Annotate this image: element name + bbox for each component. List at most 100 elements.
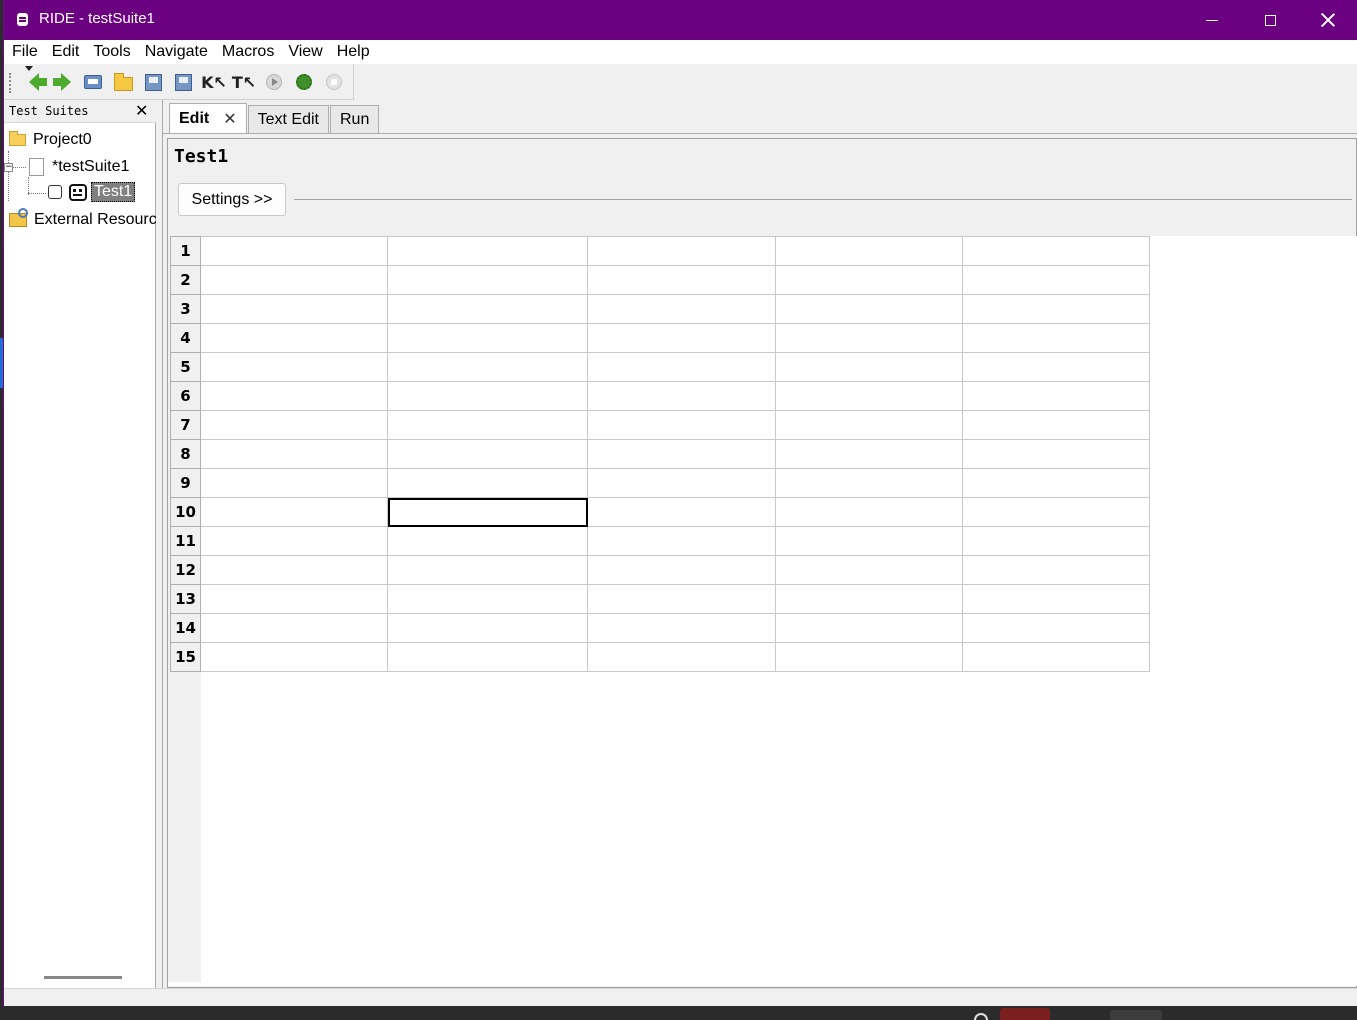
stop-icon[interactable] [324,72,344,92]
grid-cell[interactable] [587,410,776,440]
grid-cell[interactable] [587,584,776,614]
grid-cell[interactable] [387,642,588,672]
tree-item-suite[interactable]: *testSuite1 [29,156,129,178]
row-number[interactable]: 12 [170,555,201,585]
grid-cell[interactable] [587,555,776,585]
tab-run[interactable]: Run [329,105,380,133]
open-icon[interactable] [83,72,103,92]
run-icon[interactable] [264,72,284,92]
menu-edit[interactable]: Edit [48,43,88,61]
grid-cell[interactable] [962,584,1150,614]
grid-cell[interactable] [200,410,388,440]
grid-cell[interactable] [387,352,588,382]
grid-cell[interactable] [587,468,776,498]
grid-cell[interactable] [775,613,963,643]
grid-cell[interactable] [387,613,588,643]
grid-cell[interactable] [962,439,1150,469]
grid-cell[interactable] [962,555,1150,585]
row-number[interactable]: 4 [170,323,201,353]
grid-cell[interactable] [387,236,588,266]
grid-cell[interactable] [200,613,388,643]
grid-cell[interactable] [775,526,963,556]
grid-cell[interactable] [200,352,388,382]
tree-item-test[interactable]: Test1 [48,181,136,203]
grid-cell[interactable] [775,352,963,382]
grid-cell[interactable] [200,642,388,672]
grid-cell[interactable] [587,613,776,643]
row-number[interactable]: 10 [170,497,201,527]
row-number[interactable]: 3 [170,294,201,324]
grid-cell[interactable] [387,526,588,556]
tree-item-external-resources[interactable]: External Resourc [9,208,156,231]
grid-cell[interactable] [962,497,1150,527]
grid-cell[interactable] [587,352,776,382]
grid-cell[interactable] [387,410,588,440]
taskbar-app-button[interactable] [1000,1008,1050,1020]
title-bar[interactable]: RIDE - testSuite1 [4,0,1357,40]
minimize-button[interactable] [1183,0,1241,40]
grid-cell[interactable] [962,526,1150,556]
grid-cell[interactable] [200,526,388,556]
row-number[interactable]: 7 [170,410,201,440]
grid-cell[interactable] [962,468,1150,498]
back-icon[interactable] [24,72,47,92]
grid-cell[interactable] [962,294,1150,324]
grid-cell[interactable] [775,323,963,353]
grid-cell[interactable] [962,381,1150,411]
grid-cell[interactable] [962,352,1150,382]
grid-cell[interactable] [962,265,1150,295]
grid-cell[interactable] [387,555,588,585]
grid-cell[interactable] [387,381,588,411]
grid-cell[interactable] [200,555,388,585]
grid-cell[interactable] [775,497,963,527]
toolbar-overflow-icon[interactable] [25,66,33,71]
maximize-button[interactable] [1241,0,1299,40]
grid-cell[interactable] [587,526,776,556]
grid-cell[interactable] [387,468,588,498]
grid-cell[interactable] [200,381,388,411]
grid-cell[interactable] [775,439,963,469]
grid-cell[interactable] [200,497,388,527]
menu-navigate[interactable]: Navigate [141,43,216,61]
grid-cell[interactable] [775,294,963,324]
grid-cell[interactable] [587,294,776,324]
row-number[interactable]: 14 [170,613,201,643]
grid-cell[interactable] [200,294,388,324]
grid-cell[interactable] [200,323,388,353]
close-panel-icon[interactable]: ✕ [135,101,148,120]
grid-cell[interactable] [775,468,963,498]
grid-cell[interactable] [587,381,776,411]
row-number[interactable]: 2 [170,265,201,295]
grid-cell[interactable] [962,642,1150,672]
tab-edit[interactable]: Edit ✕ [169,103,247,133]
grid-cell[interactable] [587,497,776,527]
menu-macros[interactable]: Macros [218,43,282,61]
grid-cell[interactable] [775,236,963,266]
debug-icon[interactable] [294,72,314,92]
grid-cell[interactable] [962,323,1150,353]
save-all-icon[interactable] [173,72,193,92]
grid-cell[interactable] [387,323,588,353]
grid-cell[interactable] [200,468,388,498]
horizontal-scrollbar[interactable] [44,976,122,979]
save-icon[interactable] [143,72,163,92]
grid-cell[interactable] [775,381,963,411]
menu-help[interactable]: Help [333,43,378,61]
row-number[interactable]: 5 [170,352,201,382]
row-number[interactable]: 15 [170,642,201,672]
menu-tools[interactable]: Tools [89,43,138,61]
taskbar-search-icon[interactable] [974,1013,988,1020]
grid-cell[interactable] [962,236,1150,266]
grid-cell[interactable] [587,265,776,295]
toolbar-grip[interactable] [9,73,11,93]
close-tab-icon[interactable]: ✕ [223,109,236,129]
menu-file[interactable]: File [8,43,46,61]
tree-item-project[interactable]: Project0 [9,129,92,151]
grid-cell[interactable] [775,642,963,672]
collapse-suite-icon[interactable]: − [4,163,13,172]
grid-cell[interactable] [587,439,776,469]
open-directory-icon[interactable] [113,72,133,92]
grid-cell[interactable] [200,265,388,295]
grid-cell[interactable] [200,584,388,614]
grid-cell[interactable] [775,584,963,614]
